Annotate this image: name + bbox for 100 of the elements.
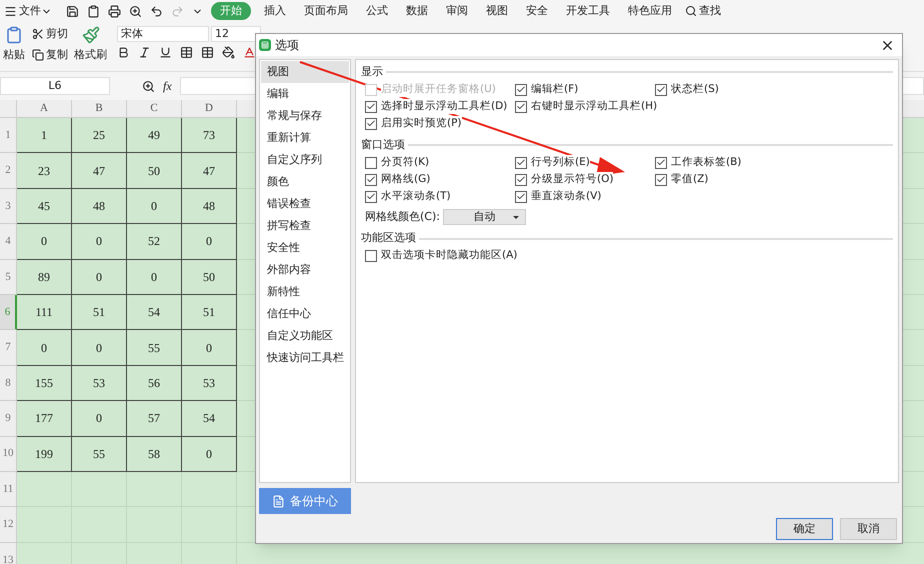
category-item[interactable]: 常规与保存 bbox=[261, 105, 349, 127]
name-box[interactable]: L6 bbox=[0, 77, 110, 95]
checkbox[interactable] bbox=[655, 174, 667, 186]
border-icon[interactable] bbox=[180, 46, 193, 59]
table-cell: 73 bbox=[182, 118, 237, 154]
category-item[interactable]: 错误检查 bbox=[261, 193, 349, 215]
paint-bucket-icon[interactable] bbox=[222, 46, 235, 59]
check-icon bbox=[366, 174, 376, 185]
ok-button[interactable]: 确定 bbox=[776, 518, 833, 540]
clipboard-icon[interactable] bbox=[87, 4, 100, 18]
column-header[interactable]: C bbox=[127, 100, 182, 117]
row-header[interactable]: 7 bbox=[0, 330, 17, 366]
checkbox[interactable] bbox=[365, 156, 377, 168]
checkbox[interactable] bbox=[515, 84, 527, 96]
menu-tab[interactable]: 审阅 bbox=[441, 2, 473, 20]
menu-tab[interactable]: 特色应用 bbox=[623, 2, 677, 20]
table-cell: 89 bbox=[17, 260, 72, 295]
table-cell: 55 bbox=[127, 330, 182, 366]
category-item[interactable]: 自定义功能区 bbox=[261, 325, 349, 347]
check-icon bbox=[656, 157, 666, 168]
menu-tab[interactable]: 插入 bbox=[259, 2, 291, 20]
font-size-field[interactable]: 12 bbox=[211, 26, 261, 42]
row-header[interactable]: 2 bbox=[0, 153, 17, 189]
zoom-icon[interactable] bbox=[142, 80, 155, 92]
category-item[interactable]: 视图 bbox=[261, 61, 349, 83]
section-title: 功能区选项 bbox=[361, 230, 416, 246]
column-header[interactable]: D bbox=[182, 100, 237, 117]
copy-icon[interactable] bbox=[32, 48, 44, 61]
category-item[interactable]: 安全性 bbox=[261, 237, 349, 259]
function-label[interactable]: fx bbox=[163, 77, 172, 95]
row-header[interactable]: 8 bbox=[0, 366, 17, 402]
cancel-button[interactable]: 取消 bbox=[840, 518, 897, 540]
format-painter-label[interactable]: 格式刷 bbox=[74, 47, 107, 64]
category-item[interactable]: 颜色 bbox=[261, 171, 349, 193]
gridline-color-dropdown[interactable]: 自动 bbox=[442, 209, 526, 226]
check-icon bbox=[516, 174, 526, 185]
table-cell: 53 bbox=[72, 366, 127, 402]
category-item[interactable]: 重新计算 bbox=[261, 127, 349, 149]
file-menu[interactable]: 文件 bbox=[19, 2, 41, 20]
column-header[interactable]: A bbox=[17, 100, 72, 117]
paste-icon[interactable] bbox=[5, 26, 23, 44]
table-cell: 47 bbox=[72, 153, 127, 189]
row-header[interactable]: 12 bbox=[0, 507, 17, 543]
row-header[interactable]: 3 bbox=[0, 188, 17, 224]
undo-icon[interactable] bbox=[150, 4, 163, 18]
checkbox[interactable] bbox=[365, 190, 377, 202]
row-header[interactable]: 5 bbox=[0, 260, 17, 295]
italic-icon[interactable] bbox=[138, 46, 151, 59]
section-title: 窗口选项 bbox=[361, 136, 405, 153]
row-header[interactable]: 13 bbox=[0, 542, 17, 564]
column-header[interactable]: B bbox=[72, 100, 127, 117]
preview-icon[interactable] bbox=[129, 4, 142, 18]
font-field[interactable]: 宋体 bbox=[117, 26, 209, 42]
menu-tab[interactable]: 开发工具 bbox=[561, 2, 615, 20]
checkbox[interactable] bbox=[365, 250, 377, 262]
search-label[interactable]: 查找 bbox=[699, 2, 721, 20]
table-cell: 53 bbox=[182, 366, 237, 402]
font-color-icon[interactable] bbox=[243, 46, 256, 59]
check-icon bbox=[516, 84, 526, 95]
checkbox[interactable] bbox=[515, 174, 527, 186]
table-cell: 0 bbox=[182, 224, 237, 260]
category-item[interactable]: 拼写检查 bbox=[261, 215, 349, 237]
checkbox[interactable] bbox=[515, 156, 527, 168]
category-item[interactable]: 自定义序列 bbox=[261, 149, 349, 171]
checkbox[interactable] bbox=[365, 100, 377, 112]
copy-label[interactable]: 复制 bbox=[46, 46, 68, 63]
menu-icon[interactable] bbox=[4, 4, 17, 18]
menu-tab[interactable]: 安全 bbox=[521, 2, 553, 20]
checkbox[interactable] bbox=[515, 100, 527, 112]
category-item[interactable]: 新特性 bbox=[261, 281, 349, 303]
search-icon[interactable] bbox=[685, 5, 697, 17]
paintbrush-icon[interactable] bbox=[82, 26, 100, 44]
print-icon[interactable] bbox=[108, 4, 121, 18]
save-icon[interactable] bbox=[66, 4, 79, 18]
document-icon bbox=[272, 494, 285, 508]
row-header[interactable]: 11 bbox=[0, 472, 17, 508]
menu-tab[interactable]: 数据 bbox=[401, 2, 433, 20]
underline-icon[interactable] bbox=[159, 46, 172, 59]
bold-icon[interactable] bbox=[117, 46, 130, 59]
row-header[interactable]: 9 bbox=[0, 401, 17, 437]
cut-label[interactable]: 剪切 bbox=[46, 26, 68, 42]
category-item[interactable]: 信任中心 bbox=[261, 303, 349, 325]
scissors-icon[interactable] bbox=[32, 28, 44, 40]
checkbox[interactable] bbox=[365, 118, 377, 130]
checkbox[interactable] bbox=[365, 174, 377, 186]
row-header[interactable]: 4 bbox=[0, 224, 17, 260]
gridline-color-label: 网格线颜色(C): bbox=[365, 209, 440, 225]
category-item[interactable]: 外部内容 bbox=[261, 259, 349, 281]
row-header[interactable]: 10 bbox=[0, 436, 17, 472]
checkbox[interactable] bbox=[655, 84, 667, 96]
menu-tab[interactable]: 公式 bbox=[361, 2, 393, 20]
table-cell: 0 bbox=[182, 330, 237, 366]
row-header[interactable]: 1 bbox=[0, 118, 17, 154]
category-item[interactable]: 快速访问工具栏 bbox=[261, 347, 349, 369]
checkbox[interactable] bbox=[655, 156, 667, 168]
paste-label[interactable]: 粘贴 bbox=[3, 47, 25, 64]
menu-tab[interactable]: 视图 bbox=[481, 2, 513, 20]
menu-tab[interactable]: 页面布局 bbox=[299, 2, 353, 20]
category-item[interactable]: 编辑 bbox=[261, 83, 349, 105]
checkbox[interactable] bbox=[515, 190, 527, 202]
